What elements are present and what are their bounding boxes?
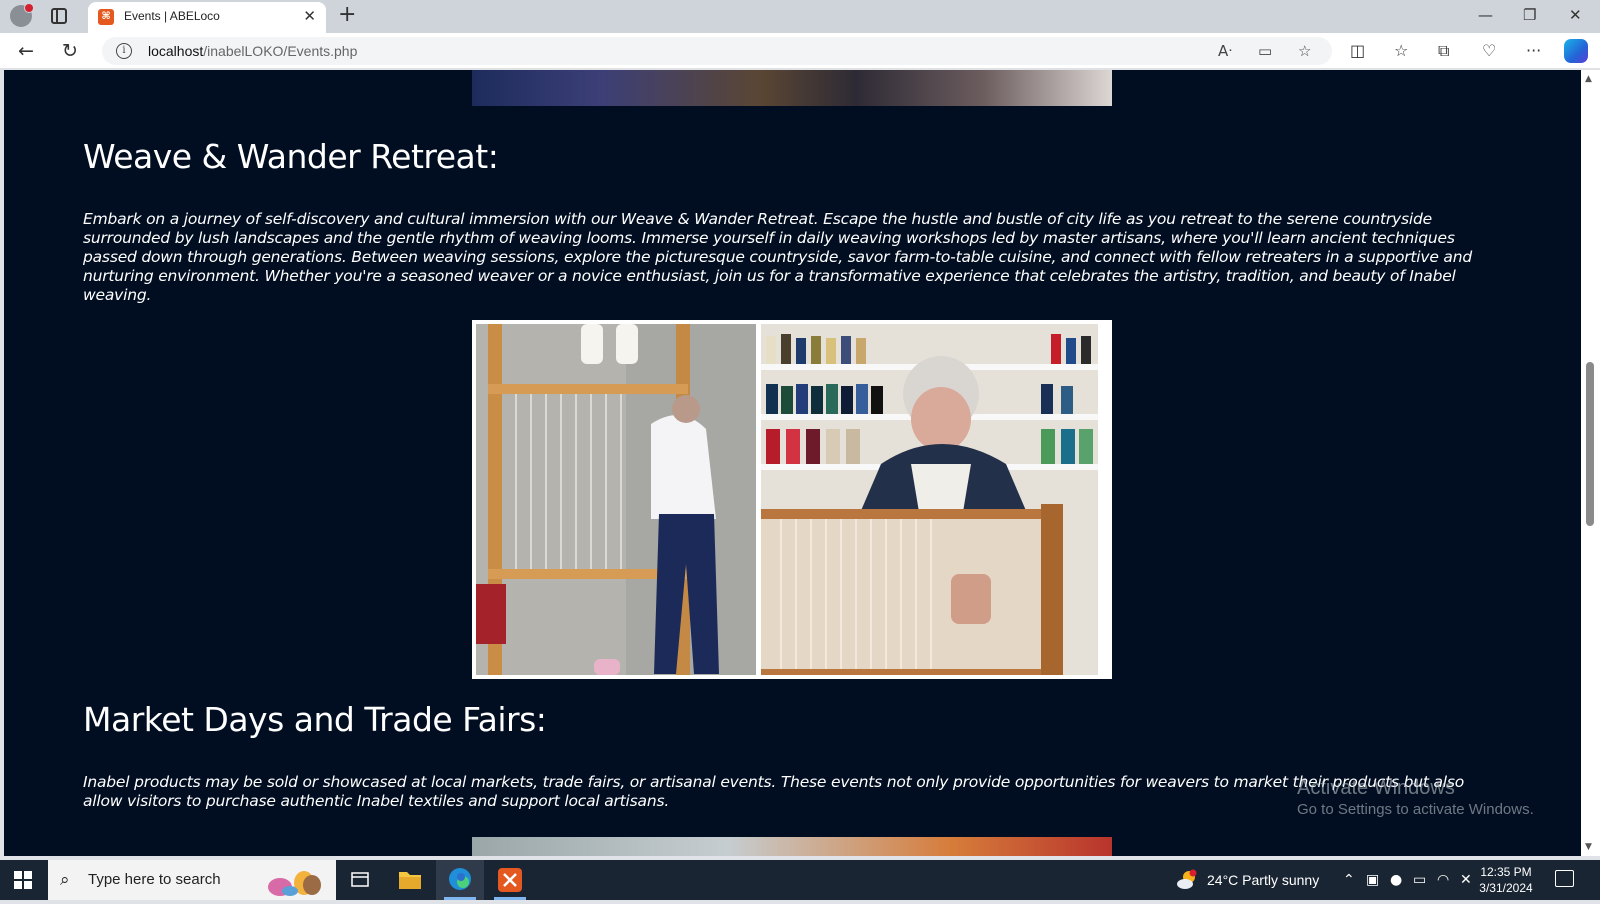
split-screen-icon[interactable]: ◫ xyxy=(1350,41,1365,61)
section-title-market-days: Market Days and Trade Fairs: xyxy=(83,700,547,739)
meet-now-camera-icon[interactable]: ▣ xyxy=(1366,871,1379,889)
task-view-icon[interactable] xyxy=(336,860,384,900)
refresh-icon[interactable]: ↻ xyxy=(62,40,78,62)
search-highlight-art-icon xyxy=(268,871,321,896)
partly-sunny-weather-icon xyxy=(1177,869,1197,889)
close-window-icon[interactable]: ✕ xyxy=(1569,6,1582,24)
windows-taskbar: ⌕ Type here to search 24°C Partly sunny … xyxy=(0,860,1600,900)
profile-avatar-icon[interactable] xyxy=(10,3,34,27)
windows-start-icon[interactable] xyxy=(14,871,32,889)
notification-center-icon[interactable] xyxy=(1555,870,1574,887)
tab-close-icon[interactable]: ✕ xyxy=(303,8,316,24)
settings-more-icon[interactable]: ··· xyxy=(1526,41,1541,61)
immersive-reader-icon[interactable]: ▭ xyxy=(1258,42,1272,60)
tab-title: Events | ABELoco xyxy=(124,9,220,23)
system-clock[interactable]: 12:35 PM 3/31/2024 xyxy=(1476,864,1536,896)
wifi-icon[interactable]: ◠ xyxy=(1437,871,1449,889)
url-host: localhost xyxy=(148,43,204,59)
watermark-subtitle: Go to Settings to activate Windows. xyxy=(1297,801,1534,818)
weather-text[interactable]: 24°C Partly sunny xyxy=(1207,872,1319,888)
url-path: /inabelLOKO/Events.php xyxy=(203,43,358,59)
event-photo-previous xyxy=(472,70,1112,106)
watermark-title: Activate Windows xyxy=(1297,777,1455,799)
favorite-star-icon[interactable]: ☆ xyxy=(1298,42,1311,60)
ABELoco-app-icon[interactable] xyxy=(486,860,534,900)
collections-icon[interactable]: ⧉ xyxy=(1438,41,1449,61)
address-bar[interactable]: i localhost/inabelLOKO/Events.php Aᐧ ▭ ☆ xyxy=(102,37,1332,65)
favorites-icon[interactable]: ☆ xyxy=(1394,41,1408,61)
search-placeholder: Type here to search xyxy=(88,871,221,888)
edge-browser-icon[interactable] xyxy=(436,860,484,900)
browser-tab-events[interactable]: ⌘ Events | ABELoco ✕ xyxy=(88,2,326,33)
ABELoco-logo-icon: ⌘ xyxy=(98,9,114,25)
page-scrollbar[interactable]: ▲ ▼ xyxy=(1581,70,1600,856)
back-arrow-icon[interactable]: ← xyxy=(18,40,34,62)
clock-time: 12:35 PM xyxy=(1480,865,1532,879)
tab-actions-icon[interactable] xyxy=(51,8,67,24)
page-content: Weave & Wander Retreat: Embark on a jour… xyxy=(4,70,1581,856)
microphone-icon[interactable]: ● xyxy=(1390,871,1402,889)
section-description-weave-wander: Embark on a journey of self-discovery an… xyxy=(83,210,1472,304)
site-info-icon[interactable]: i xyxy=(116,43,132,59)
browser-essentials-icon[interactable]: ♡ xyxy=(1482,41,1496,61)
activate-windows-watermark: Activate Windows Go to Settings to activ… xyxy=(1297,777,1534,818)
section-title-weave-wander: Weave & Wander Retreat: xyxy=(83,137,499,176)
restore-icon[interactable]: ❐ xyxy=(1523,6,1536,24)
url-text[interactable]: localhost/inabelLOKO/Events.php xyxy=(148,43,357,59)
section-description-market-days: Inabel products may be sold or showcased… xyxy=(83,773,1465,810)
scrollbar-thumb[interactable] xyxy=(1586,362,1594,526)
show-hidden-icons-chevron-icon[interactable]: ⌃ xyxy=(1343,871,1355,889)
taskbar-search-box[interactable]: ⌕ Type here to search xyxy=(48,860,336,900)
browser-tab-bar: ⌘ Events | ABELoco ✕ + — ❐ ✕ xyxy=(0,0,1600,33)
scroll-down-arrow-icon[interactable]: ▼ xyxy=(1585,842,1592,852)
weaver-at-loom-photo xyxy=(476,324,756,675)
battery-icon[interactable]: ▭ xyxy=(1413,871,1426,889)
market-days-photo xyxy=(472,837,1112,856)
new-tab-icon[interactable]: + xyxy=(338,3,356,27)
woman-weaving-photo xyxy=(761,324,1098,675)
volume-muted-icon[interactable]: ✕ xyxy=(1460,871,1472,889)
scroll-up-arrow-icon[interactable]: ▲ xyxy=(1585,74,1592,84)
clock-date: 3/31/2024 xyxy=(1479,881,1533,895)
browser-toolbar: ← ↻ i localhost/inabelLOKO/Events.php Aᐧ… xyxy=(0,33,1600,69)
search-icon: ⌕ xyxy=(60,870,70,890)
copilot-icon[interactable] xyxy=(1564,39,1588,63)
weave-wander-photo xyxy=(472,320,1112,679)
minimize-icon[interactable]: — xyxy=(1478,6,1493,24)
read-aloud-icon[interactable]: Aᐧ xyxy=(1218,42,1232,60)
file-explorer-icon[interactable] xyxy=(386,860,434,900)
